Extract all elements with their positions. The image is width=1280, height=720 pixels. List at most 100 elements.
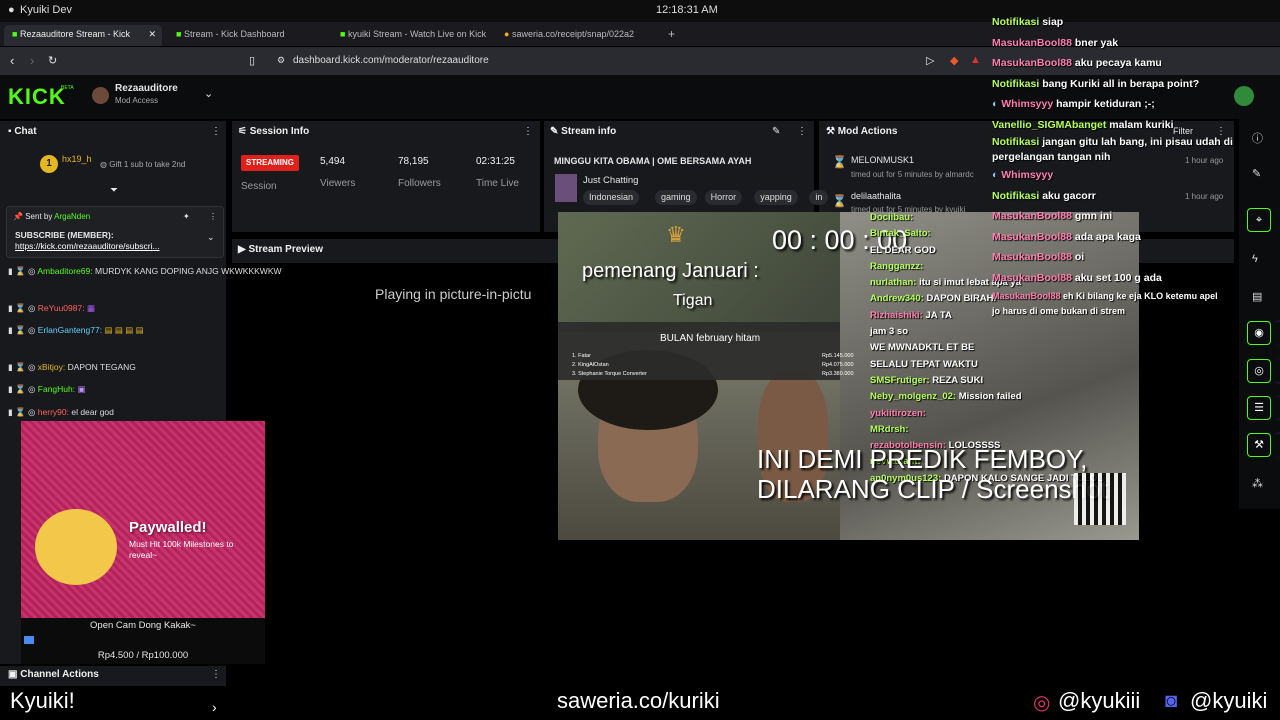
address-bar[interactable]: ⚙ dashboard.kick.com/moderator/rezaaudit… <box>273 51 973 71</box>
stream-tag[interactable]: Horror <box>704 190 743 205</box>
stream-tag[interactable]: yapping <box>754 190 798 205</box>
chat-message: ▮ ⌛ ◎ ErlanGanteng77: ▤ ▤ ▤ ▤ <box>8 325 144 335</box>
stream-chat-line: Neby_molgenz_02: Mission failed <box>870 391 1022 403</box>
pinned-header: 📌 Sent by ArgaNden <box>13 212 91 221</box>
emote-icon: ▦ <box>86 303 95 313</box>
footer-instagram: @kyukiii <box>1058 688 1141 713</box>
overlay-chat-line: Vanellio_SIGMAbanget malam kuriki <box>992 118 1174 131</box>
overlay-chat-line: pergelangan tangan nih <box>992 151 1111 163</box>
pip-message: Playing in picture-in-pictu <box>375 286 532 302</box>
mod-action-user[interactable]: MELONMUSK1 <box>851 155 914 165</box>
footer-discord: @kyuiki <box>1190 688 1268 713</box>
close-tab-icon[interactable]: ✕ <box>148 29 156 40</box>
chat-bubble-icon[interactable]: ◉ <box>1247 321 1271 345</box>
hourglass-icon: ⌛ <box>832 155 847 169</box>
overlay-chat-line: MasukanBool88 aku set 100 g ada <box>992 271 1162 284</box>
back-icon[interactable]: ‹ <box>10 53 14 68</box>
kick-logo[interactable]: KICK <box>8 84 66 110</box>
category-name[interactable]: Just Chatting <box>583 175 638 186</box>
overlay-chat-line: Notifikasi bang Kuriki all in berapa poi… <box>992 77 1200 90</box>
reload-icon[interactable]: ↻ <box>48 54 57 67</box>
overlay-chat-line: Notifikasi aku gacorr <box>992 189 1096 202</box>
pinned-link[interactable]: https://kick.com/rezaauditore/subscri... <box>15 241 160 251</box>
qr-code <box>1074 473 1126 525</box>
chat-mod-icons[interactable]: ▮ ⌛ ◎ <box>8 407 35 417</box>
share-icon[interactable]: ▷ <box>926 54 934 67</box>
unpin-icon[interactable]: ✦ <box>183 212 190 221</box>
apps-icon[interactable]: ⁂ <box>1252 477 1263 490</box>
channel-switch-chevron-icon[interactable]: ⌄ <box>204 87 213 100</box>
site-info-icon[interactable]: ⚙ <box>277 55 285 66</box>
stream-chat-line: WE MWNADKTL ET BE <box>870 342 975 354</box>
app-menu-icon[interactable]: ● <box>8 4 15 16</box>
chat-icon: ▪ <box>8 126 12 137</box>
chat-message: ▮ ⌛ ◎ FangHuh: ▣ <box>8 384 86 394</box>
tab-saweria[interactable]: ● saweria.co/receipt/snap/022a2 <box>496 25 658 46</box>
broadcast-icon[interactable]: ◎ <box>1247 359 1271 383</box>
layers-icon[interactable]: ☰ <box>1247 396 1271 420</box>
stream-info-menu-icon[interactable]: ⋮ <box>797 126 807 137</box>
channel-actions-icon: ▣ <box>8 669 18 680</box>
chat-mod-icons[interactable]: ▮ ⌛ ◎ <box>8 362 35 372</box>
edit-icon[interactable]: ✎ <box>772 126 780 137</box>
mod-action-detail: timed out for 5 minutes by almardc <box>851 170 974 179</box>
time-live-label: Time Live <box>476 178 519 189</box>
stream-chat-line: SMSFrutiger: REZA SUKI <box>870 374 984 386</box>
chat-mod-icons[interactable]: ▮ ⌛ ◎ <box>8 303 35 313</box>
kick-favicon-icon: ■ <box>340 29 346 39</box>
paywall-card: Paywalled! Must Hit 100k Milestones to r… <box>21 421 265 618</box>
stream-preview-title: ▶ Stream Preview <box>238 244 323 255</box>
time-live-value: 02:31:25 <box>476 156 515 167</box>
stream-tag[interactable]: gaming <box>655 190 697 205</box>
tab-dashboard[interactable]: ■ Stream - Kick Dashboard <box>168 25 328 46</box>
chat-menu-icon[interactable]: ⋮ <box>211 126 221 137</box>
crown-icon: ♛ <box>666 222 686 247</box>
chat-mod-icons[interactable]: ▮ ⌛ ◎ <box>8 325 35 335</box>
paywall-subtitle: Must Hit 100k Milestones to reveal~ <box>129 539 234 560</box>
overlay-chat: Notifikasi siap MasukanBool88 bner yak M… <box>992 12 1254 318</box>
expand-chevron-icon[interactable]: ⌄ <box>207 232 215 243</box>
gavel-icon: ⚒ <box>826 126 835 137</box>
channel-name: Rezaauditore <box>115 83 178 94</box>
brave-shield-icon[interactable]: ◆ <box>950 54 958 67</box>
stream-tag[interactable]: Indonesian <box>583 190 640 205</box>
leaderboard-rows: 1. Fatar 2. KingAlOstan 3. Stephanie Tor… <box>572 353 647 377</box>
channel-actions-title: ▣ Channel Actions <box>8 669 99 680</box>
new-tab-button[interactable]: + <box>660 23 680 44</box>
profile-avatar[interactable] <box>1234 86 1254 106</box>
leaderboard-amounts: Rp5.145.000 Rp4.075.000 Rp3.380.000 <box>822 353 854 377</box>
collapse-icon[interactable]: ⏷ <box>110 185 118 196</box>
stream-tag[interactable]: in <box>809 190 829 205</box>
pinned-menu-icon[interactable]: ⋮ <box>209 212 217 221</box>
chevron-right-icon[interactable]: › <box>212 699 217 715</box>
progress-indicator <box>24 636 34 644</box>
emote-icon: ▤ ▤ ▤ ▤ <box>104 325 144 335</box>
overlay-chat-line: MasukanBool88 oi <box>992 251 1085 263</box>
bookmark-icon[interactable]: ▯ <box>249 54 255 67</box>
forward-icon[interactable]: › <box>30 53 34 68</box>
overlay-chat-line: MasukanBool88 aku pecaya kamu <box>992 57 1162 69</box>
streaming-badge: STREAMING <box>241 155 299 171</box>
overlay-chat-line: ◐ Whimsyyy hampir ketiduran ;-; <box>992 98 1155 110</box>
followers-label: Followers <box>398 178 441 189</box>
gift-cta[interactable]: ◍ Gift 1 sub to take 2nd <box>100 160 185 169</box>
pin-icon: 📌 <box>13 212 23 221</box>
tab-rezaauditore[interactable]: ■ Rezaauditore Stream - Kick ✕ <box>4 25 162 46</box>
paywall-caption: Open Cam Dong Kakak~ <box>90 620 196 631</box>
channel-avatar[interactable] <box>92 87 109 104</box>
chat-mod-icons[interactable]: ▮ ⌛ ◎ <box>8 266 35 276</box>
saweria-favicon-icon: ● <box>504 29 510 39</box>
wrench-icon[interactable]: ⚒ <box>1247 433 1271 457</box>
session-menu-icon[interactable]: ⋮ <box>523 126 533 137</box>
tab-kyuiki[interactable]: ■ kyuiki Stream - Watch Live on Kick <box>332 25 494 46</box>
leaderboard-title: BULAN february hitam <box>660 333 761 344</box>
chat-mod-icons[interactable]: ▮ ⌛ ◎ <box>8 384 35 394</box>
mod-action-user[interactable]: delilaathalita <box>851 191 901 201</box>
channel-actions-menu-icon[interactable]: ⋮ <box>211 669 221 680</box>
rewards-icon[interactable]: ▲ <box>970 54 981 66</box>
clock: 12:18:31 AM <box>656 4 718 16</box>
overlay-chat-line: Notifikasi siap <box>992 16 1064 28</box>
paywall-amount: Rp4.500 / Rp100.000 <box>97 650 189 661</box>
viewers-label: Viewers <box>320 178 356 189</box>
overlay-chat-line: jo harus di ome bukan di strem <box>992 306 1126 316</box>
